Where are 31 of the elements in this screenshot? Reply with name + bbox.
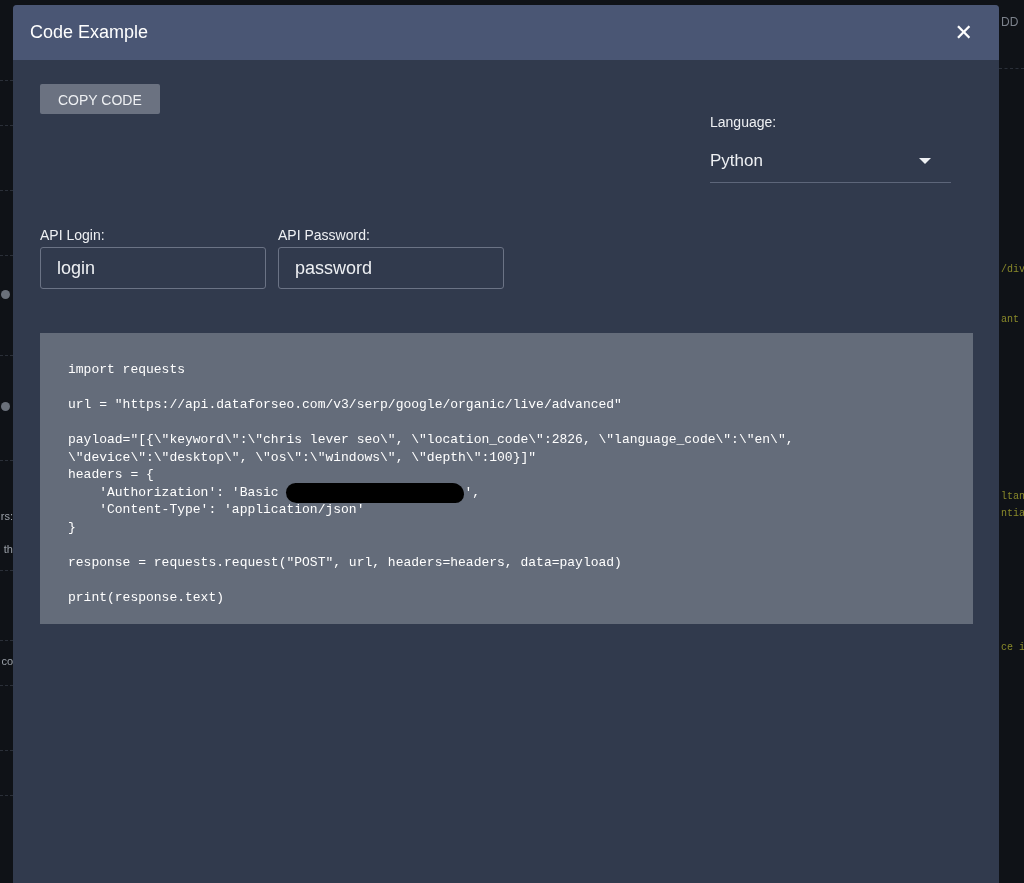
copy-code-button[interactable]: COPY CODE xyxy=(40,84,160,114)
field-label: API Password: xyxy=(278,227,371,243)
field-label: API Login: xyxy=(40,227,106,243)
caret-icon xyxy=(919,158,931,164)
language-dropdown[interactable]: Python xyxy=(710,144,951,183)
background-text: DD xyxy=(1001,15,1019,29)
input-field[interactable]: password xyxy=(278,247,504,289)
code-line: payload="[{\"keyword\":\"chris lever seo\", \"location_code\":2826, \"language_code\":\"en\", xyxy=(68,431,795,449)
circle-icon xyxy=(1,290,10,299)
language-label: Language: xyxy=(710,114,778,130)
background-text: th xyxy=(3,543,13,555)
code-line: 'Content-Type': 'application/json' xyxy=(98,501,366,519)
code-line: print(response.text) xyxy=(68,588,226,606)
dialog-title: Code Example xyxy=(30,22,149,43)
code-line: headers = { xyxy=(68,466,155,484)
background-text: ltan xyxy=(1001,491,1024,502)
background-text: rs: xyxy=(0,510,13,522)
background-text: ce i xyxy=(1001,642,1024,653)
code-line: url = "https://api.dataforseo.com/v3/serp/google/organic/live/advanced" xyxy=(68,396,623,414)
code-line: 'Authorization': 'Basic xyxy=(98,483,280,501)
background-text: ntia xyxy=(1001,508,1024,519)
background-text: /div xyxy=(1001,264,1024,275)
background-text: co xyxy=(1,655,13,667)
code-line: import requests xyxy=(68,361,187,379)
code-line: response = requests.request("POST", url, headers=headers, data=payload) xyxy=(68,553,623,571)
background-text: ant xyxy=(1001,314,1019,325)
code-text: ', xyxy=(464,483,481,501)
code-line: \"device\":\"desktop\", \"os\":\"windows\", \"depth\":100}]" xyxy=(68,448,538,466)
circle-icon xyxy=(1,402,10,411)
input-field[interactable]: login xyxy=(40,247,266,289)
code-line: } xyxy=(68,518,77,536)
